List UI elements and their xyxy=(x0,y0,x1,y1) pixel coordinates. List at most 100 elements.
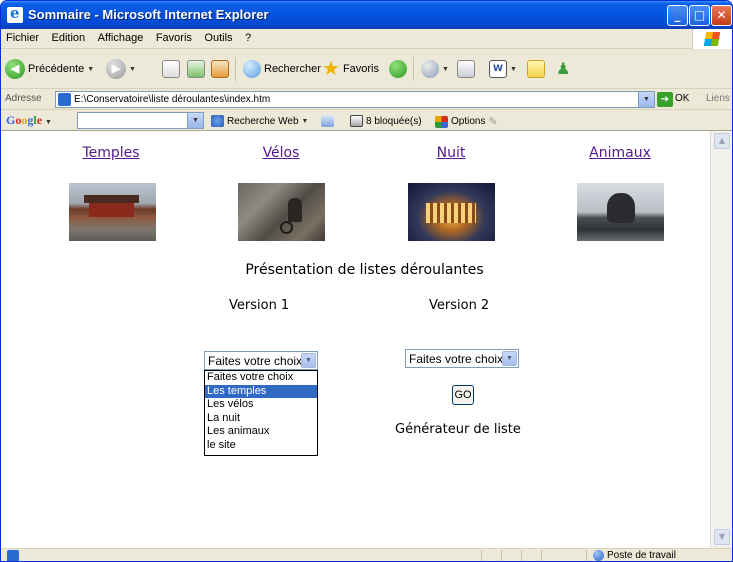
temple-roof xyxy=(84,195,139,203)
lion-statue xyxy=(607,193,635,223)
windows-logo-icon xyxy=(692,29,732,49)
select-value: Faites votre choix xyxy=(208,354,303,368)
history-button[interactable] xyxy=(389,58,407,80)
version-2-select[interactable]: Faites votre choix ▼ xyxy=(405,349,519,368)
chevron-down-icon[interactable]: ▼ xyxy=(442,66,449,73)
pagerank-icon xyxy=(321,115,334,127)
version-1-label: Version 1 xyxy=(229,298,290,313)
print-button[interactable] xyxy=(457,58,475,80)
temples-image[interactable] xyxy=(69,183,156,241)
version-2-label: Version 2 xyxy=(429,298,490,313)
scroll-down-icon[interactable]: ▼ xyxy=(714,529,730,545)
star-icon: ★ xyxy=(322,58,340,80)
dropdown-option[interactable]: Les animaux xyxy=(205,425,317,439)
nav-link-temples[interactable]: Temples xyxy=(51,145,171,161)
back-arrow-icon: ◀ xyxy=(5,59,25,79)
status-cell xyxy=(501,550,521,561)
security-zone[interactable]: Poste de travail xyxy=(593,550,676,561)
nuit-image[interactable] xyxy=(408,183,495,241)
address-bar: Adresse E:\Conservatoire\liste déroulant… xyxy=(1,89,732,110)
zone-label: Poste de travail xyxy=(607,550,676,561)
chevron-down-icon[interactable]: ▼ xyxy=(638,92,654,107)
nav-link-velos[interactable]: Vélos xyxy=(221,145,341,161)
google-toolbar: Google ▼ ▼ Recherche Web ▼ 8 bloquée(s) … xyxy=(1,110,732,131)
dropdown-option[interactable]: La nuit xyxy=(205,412,317,426)
web-search-button[interactable]: Recherche Web ▼ xyxy=(211,115,308,127)
search-label: Rechercher xyxy=(264,63,321,75)
search-button[interactable]: Rechercher xyxy=(243,58,321,80)
status-cell xyxy=(541,550,561,561)
notes-button[interactable] xyxy=(527,58,545,80)
blocked-label: 8 bloquée(s) xyxy=(366,115,422,127)
version-1-dropdown-list[interactable]: Faites votre choix Les temples Les vélos… xyxy=(204,370,318,456)
title-bar[interactable]: Sommaire - Microsoft Internet Explorer _… xyxy=(1,1,732,29)
scroll-up-icon[interactable]: ▲ xyxy=(714,133,730,149)
refresh-button[interactable] xyxy=(187,58,205,80)
chevron-down-icon[interactable]: ▼ xyxy=(502,351,517,366)
home-icon xyxy=(211,60,229,78)
chevron-down-icon[interactable]: ▼ xyxy=(510,66,517,73)
messenger-button[interactable]: ♟ xyxy=(556,58,570,80)
back-button[interactable]: ◀ Précédente ▼ xyxy=(5,58,94,80)
chevron-down-icon[interactable]: ▼ xyxy=(302,118,309,125)
nav-link-animaux[interactable]: Animaux xyxy=(560,145,680,161)
stop-icon xyxy=(162,60,180,78)
maximize-button[interactable]: □ xyxy=(689,5,710,26)
home-button[interactable] xyxy=(211,58,229,80)
menu-edition[interactable]: Edition xyxy=(47,29,90,44)
pagerank-button[interactable] xyxy=(321,115,334,127)
status-bar: Poste de travail xyxy=(1,548,732,561)
window-title: Sommaire - Microsoft Internet Explorer xyxy=(28,7,269,22)
note-icon xyxy=(527,60,545,78)
menu-help[interactable]: ? xyxy=(240,29,255,44)
toolbar: ◀ Précédente ▼ ▶ ▼ Rechercher ★ Favoris xyxy=(1,49,732,89)
dropdown-option[interactable]: Faites votre choix xyxy=(205,371,317,385)
dropdown-option[interactable]: le site xyxy=(205,439,317,453)
pen-icon[interactable]: ✎ xyxy=(488,115,497,128)
options-icon xyxy=(435,115,448,128)
forward-arrow-icon: ▶ xyxy=(106,59,126,79)
minimize-button[interactable]: _ xyxy=(667,5,688,26)
close-button[interactable]: ✕ xyxy=(711,5,732,26)
stop-button[interactable] xyxy=(162,58,180,80)
toolbar-separator xyxy=(413,57,414,81)
edit-button[interactable]: W ▼ xyxy=(489,58,517,80)
popup-blocker-icon xyxy=(350,115,363,127)
options-label: Options xyxy=(451,116,486,127)
options-button[interactable]: Options ✎ xyxy=(435,115,498,128)
favorites-button[interactable]: ★ Favoris xyxy=(322,58,379,80)
mail-button[interactable]: ▼ xyxy=(421,58,449,80)
dropdown-option-selected[interactable]: Les temples xyxy=(205,384,317,399)
popup-blocker-button[interactable]: 8 bloquée(s) xyxy=(350,115,422,127)
chevron-down-icon[interactable]: ▼ xyxy=(129,66,136,73)
mail-icon xyxy=(421,60,439,78)
address-input[interactable]: E:\Conservatoire\liste déroulantes\index… xyxy=(55,91,655,108)
menu-favoris[interactable]: Favoris xyxy=(151,29,196,44)
google-logo[interactable]: Google ▼ xyxy=(6,113,52,128)
velos-image[interactable] xyxy=(238,183,325,241)
nav-link-nuit[interactable]: Nuit xyxy=(391,145,511,161)
menu-outils[interactable]: Outils xyxy=(199,29,236,44)
computer-zone-icon xyxy=(593,550,604,561)
menu-fichier[interactable]: Fichier xyxy=(1,29,43,44)
vertical-scrollbar[interactable]: ▲ ▼ xyxy=(710,131,732,548)
go-button[interactable]: OK xyxy=(675,93,689,104)
chevron-down-icon[interactable]: ▼ xyxy=(87,66,94,73)
web-search-label: Recherche Web xyxy=(227,115,299,127)
back-label: Précédente xyxy=(28,63,85,75)
version-1-select[interactable]: Faites votre choix ▼ xyxy=(204,351,318,370)
menu-affichage[interactable]: Affichage xyxy=(93,29,148,44)
links-label[interactable]: Liens xyxy=(706,93,730,104)
google-search-input[interactable]: ▼ xyxy=(77,112,204,129)
animaux-image[interactable] xyxy=(577,183,664,241)
status-cell xyxy=(481,550,501,561)
go-submit-button[interactable]: GO xyxy=(452,385,474,405)
go-arrow-icon[interactable]: ➔ xyxy=(657,92,673,107)
chevron-down-icon[interactable]: ▼ xyxy=(187,113,203,128)
page-status-icon xyxy=(7,550,19,561)
search-icon xyxy=(243,60,261,78)
dropdown-option[interactable]: Les vélos xyxy=(205,398,317,412)
chevron-down-icon[interactable]: ▼ xyxy=(301,353,316,368)
address-url: E:\Conservatoire\liste déroulantes\index… xyxy=(74,94,271,105)
forward-button[interactable]: ▶ ▼ xyxy=(106,58,136,80)
